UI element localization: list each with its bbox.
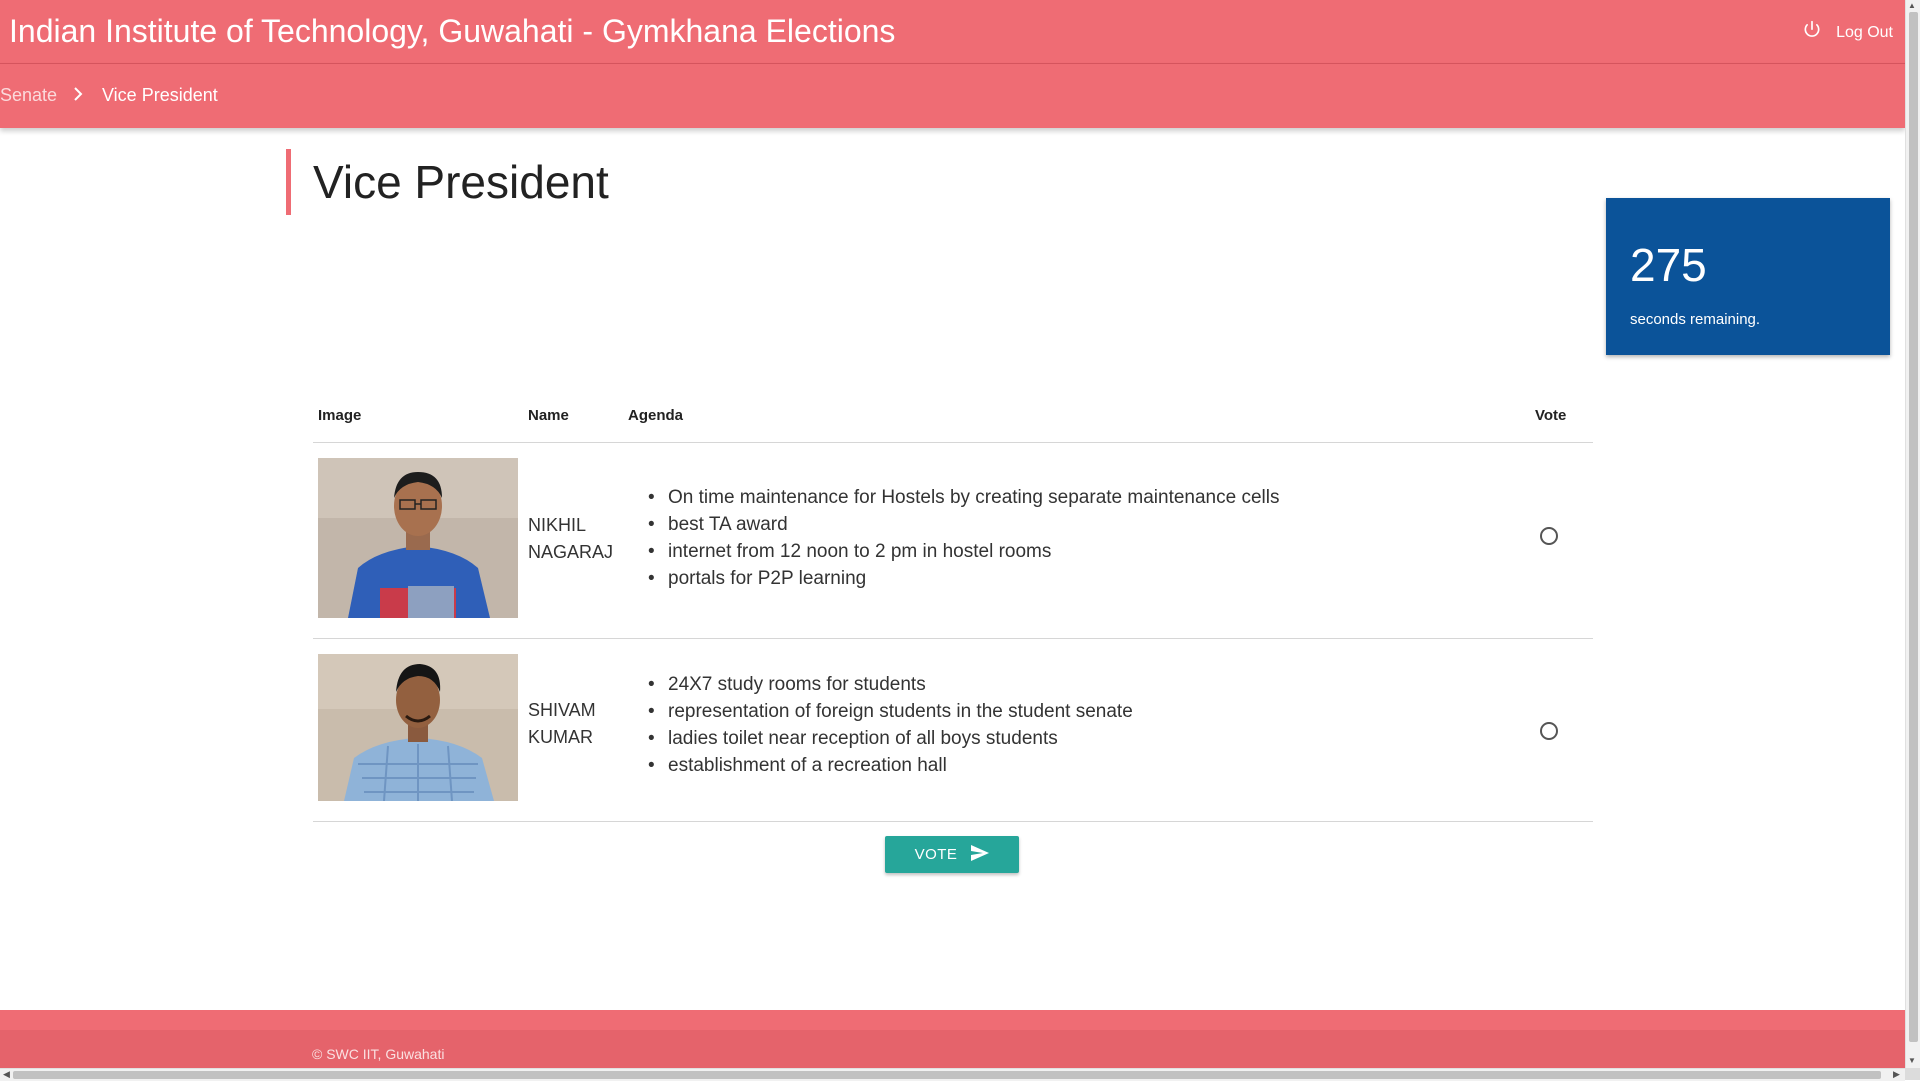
scroll-up-icon[interactable]: ▲ bbox=[1908, 1, 1916, 10]
table-header: Image Name Agenda Vote bbox=[313, 395, 1593, 443]
table-row: SHIVAM KUMAR 24X7 study rooms for studen… bbox=[313, 639, 1593, 822]
chevron-right-icon bbox=[72, 85, 84, 108]
vertical-scrollbar[interactable]: ▲ ▼ bbox=[1905, 0, 1920, 1068]
app-title: Indian Institute of Technology, Guwahati… bbox=[9, 13, 896, 49]
page-title: Vice President bbox=[313, 156, 609, 208]
candidate-agenda: On time maintenance for Hostels by creat… bbox=[648, 484, 1280, 592]
column-header-image: Image bbox=[318, 407, 362, 424]
breadcrumb: Senate Vice President bbox=[0, 64, 1905, 128]
page-heading: Vice President bbox=[286, 149, 609, 215]
candidate-photo bbox=[318, 458, 518, 618]
scroll-right-icon[interactable]: ▶ bbox=[1893, 1069, 1900, 1080]
candidate-agenda: 24X7 study rooms for students representa… bbox=[648, 671, 1133, 779]
scroll-left-icon[interactable]: ◀ bbox=[3, 1069, 10, 1080]
scroll-down-icon[interactable]: ▼ bbox=[1908, 1056, 1916, 1065]
vertical-scroll-thumb[interactable] bbox=[1909, 12, 1918, 1042]
app-header: Indian Institute of Technology, Guwahati… bbox=[0, 0, 1905, 64]
footer: © SWC IIT, Guwahati bbox=[0, 1010, 1905, 1068]
footer-band bbox=[0, 1030, 1905, 1068]
table-row: NIKHIL NAGARAJ On time maintenance for H… bbox=[313, 443, 1593, 639]
vote-radio[interactable] bbox=[1540, 527, 1558, 545]
logout-label: Log Out bbox=[1836, 23, 1893, 41]
agenda-item: best TA award bbox=[648, 511, 1279, 538]
agenda-item: representation of foreign students in th… bbox=[648, 698, 1133, 725]
candidate-name: NIKHIL NAGARAJ bbox=[528, 515, 614, 562]
agenda-item: ladies toilet near reception of all boys… bbox=[648, 725, 1133, 752]
column-header-name: Name bbox=[528, 407, 569, 424]
horizontal-scrollbar[interactable]: ◀ ▶ bbox=[0, 1068, 1905, 1081]
send-icon bbox=[971, 844, 990, 865]
breadcrumb-senate[interactable]: Senate bbox=[0, 85, 57, 106]
agenda-item: establishment of a recreation hall bbox=[648, 752, 1133, 779]
scrollbar-corner bbox=[1905, 1068, 1920, 1080]
countdown-card: 275 seconds remaining. bbox=[1606, 198, 1890, 355]
column-header-vote: Vote bbox=[1535, 407, 1567, 424]
footer-copyright: © SWC IIT, Guwahati bbox=[312, 1046, 445, 1062]
horizontal-scroll-thumb[interactable] bbox=[13, 1071, 1881, 1079]
power-icon bbox=[1802, 20, 1822, 45]
vote-button[interactable]: VOTE bbox=[885, 836, 1019, 873]
vote-button-label: VOTE bbox=[914, 846, 958, 863]
candidate-name: SHIVAM KUMAR bbox=[528, 700, 596, 747]
logout-button[interactable]: Log Out bbox=[1802, 20, 1893, 45]
agenda-item: On time maintenance for Hostels by creat… bbox=[648, 484, 1280, 511]
agenda-item: 24X7 study rooms for students bbox=[648, 671, 1133, 698]
vote-radio[interactable] bbox=[1540, 722, 1558, 740]
candidate-photo bbox=[318, 654, 518, 801]
timer-label: seconds remaining. bbox=[1630, 311, 1761, 328]
timer-value: 275 bbox=[1630, 239, 1707, 291]
breadcrumb-vice-president[interactable]: Vice President bbox=[102, 85, 218, 106]
column-header-agenda: Agenda bbox=[628, 407, 684, 424]
agenda-item: internet from 12 noon to 2 pm in hostel … bbox=[648, 538, 1279, 565]
candidates-table: Image Name Agenda Vote NIKHIL NAGARAJ • … bbox=[313, 395, 1593, 822]
agenda-item: portals for P2P learning bbox=[648, 565, 1279, 592]
